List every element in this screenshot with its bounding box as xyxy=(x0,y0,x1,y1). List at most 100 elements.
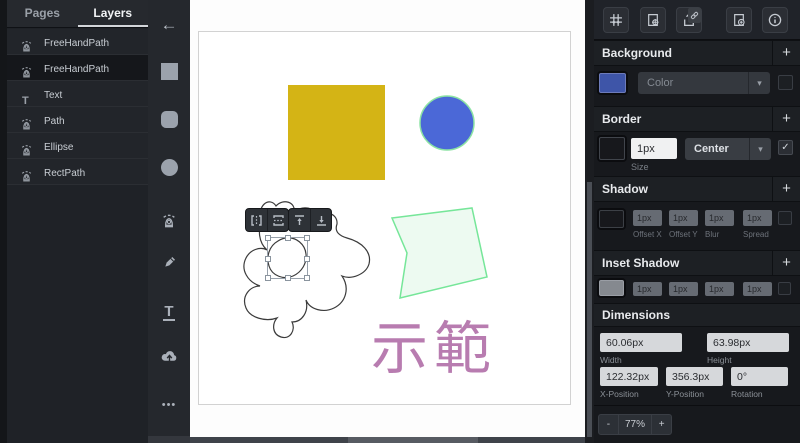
page-settings-icon xyxy=(648,14,659,26)
layer-row-path[interactable]: Path xyxy=(7,107,148,133)
inset-shadow-spread-input[interactable] xyxy=(743,282,772,296)
rect-tool[interactable] xyxy=(148,56,190,86)
inset-shadow-offset-x-input[interactable] xyxy=(633,282,662,296)
properties-panel: Background + Color ▾ Border + Size Cente… xyxy=(594,0,800,443)
selection-handle-sw[interactable] xyxy=(265,275,271,281)
background-color-swatch[interactable] xyxy=(599,73,626,93)
shadow-offset-y-input[interactable] xyxy=(669,210,698,226)
blue-circle-shape[interactable] xyxy=(419,95,475,151)
border-enabled-checkbox[interactable]: ✓ xyxy=(778,140,793,155)
inset-shadow-title: Inset Shadow xyxy=(602,256,680,270)
text-tool[interactable]: T xyxy=(148,297,190,327)
flip-vertical-icon xyxy=(272,214,284,226)
layer-row-freehandpath-1[interactable]: FreeHandPath xyxy=(7,29,148,55)
selection-handle-w[interactable] xyxy=(265,256,271,262)
selection-handle-e[interactable] xyxy=(304,256,310,262)
tab-layers-label: Layers xyxy=(93,6,133,20)
path-icon xyxy=(20,61,34,78)
add-page-button[interactable] xyxy=(726,7,752,33)
shadow-offset-x-label: Offset X xyxy=(633,230,662,239)
panel-divider xyxy=(594,405,800,406)
back-button[interactable]: ← xyxy=(148,10,190,40)
selection-handle-s[interactable] xyxy=(285,275,291,281)
width-input[interactable] xyxy=(600,333,682,352)
shadow-add-button[interactable]: + xyxy=(772,177,800,202)
inset-shadow-offset-y-input[interactable] xyxy=(669,282,698,296)
selection-handle-n[interactable] xyxy=(285,235,291,241)
border-title: Border xyxy=(602,112,642,126)
path-icon xyxy=(20,35,34,52)
upload-tool[interactable] xyxy=(148,343,190,373)
panel-edge xyxy=(0,0,7,443)
tab-pages-label: Pages xyxy=(24,6,60,20)
yellow-square-shape[interactable] xyxy=(288,85,385,180)
inset-shadow-add-button[interactable]: + xyxy=(772,251,800,276)
y-position-input[interactable] xyxy=(666,367,723,386)
page-settings-button[interactable] xyxy=(640,7,666,33)
zoom-out-button[interactable]: - xyxy=(599,415,619,434)
height-input[interactable] xyxy=(707,333,789,352)
green-polygon-shape[interactable] xyxy=(390,207,488,299)
back-arrow-icon: ← xyxy=(160,15,178,34)
ellipse-tool[interactable] xyxy=(148,152,190,182)
chevron-down-icon: ▾ xyxy=(748,72,770,94)
tab-pages[interactable]: Pages xyxy=(7,0,78,27)
x-position-input[interactable] xyxy=(600,367,658,386)
link-icon xyxy=(690,11,699,20)
layer-row-ellipse[interactable]: Ellipse xyxy=(7,133,148,159)
zoom-in-button[interactable]: + xyxy=(651,415,671,434)
text-icon: T xyxy=(20,95,31,108)
background-color-dropdown[interactable]: Color ▾ xyxy=(638,72,770,94)
align-top-button[interactable] xyxy=(289,209,310,231)
layer-row-text[interactable]: T Text xyxy=(7,81,148,108)
flip-vertical-button[interactable] xyxy=(267,209,288,231)
path-icon xyxy=(20,165,34,182)
layer-label: Text xyxy=(44,90,63,101)
y-position-label: Y-Position xyxy=(666,389,704,399)
vertical-scrollbar[interactable] xyxy=(585,0,594,443)
info-button[interactable] xyxy=(762,7,788,33)
layer-row-freehandpath-2[interactable]: FreeHandPath xyxy=(7,55,148,81)
link-dimensions-button[interactable] xyxy=(688,8,701,23)
shadow-blur-input[interactable] xyxy=(705,210,734,226)
background-color-dropdown-label: Color xyxy=(647,77,674,89)
inset-shadow-enabled-checkbox[interactable] xyxy=(778,282,791,295)
horizontal-scrollbar-thumb[interactable] xyxy=(348,437,478,443)
border-add-button[interactable]: + xyxy=(772,107,800,132)
rotation-input[interactable] xyxy=(731,367,788,386)
canvas-area[interactable]: 示範 xyxy=(190,0,585,443)
background-section-header: Background + xyxy=(594,40,800,66)
border-color-swatch[interactable] xyxy=(599,137,625,160)
rounded-rect-tool[interactable] xyxy=(148,104,190,134)
border-position-dropdown[interactable]: Center ▾ xyxy=(685,138,771,160)
panel-tab-bar: Pages Layers xyxy=(7,0,148,28)
horizontal-scrollbar[interactable] xyxy=(190,437,585,443)
shadow-spread-input[interactable] xyxy=(743,210,772,226)
shadow-color-swatch[interactable] xyxy=(599,210,624,228)
layers-list: FreeHandPath FreeHandPath T Text Path El… xyxy=(7,29,148,185)
tab-layers[interactable]: Layers xyxy=(77,0,148,27)
chevron-down-icon: ▾ xyxy=(749,138,771,160)
canvas-text-object[interactable]: 示範 xyxy=(371,318,497,381)
grid-icon xyxy=(610,14,622,26)
shadow-offset-x-input[interactable] xyxy=(633,210,662,226)
shadow-enabled-checkbox[interactable] xyxy=(778,211,792,225)
align-bottom-button[interactable] xyxy=(310,209,331,231)
selection-box[interactable] xyxy=(265,235,310,281)
inset-shadow-color-swatch[interactable] xyxy=(599,280,624,296)
vertical-scrollbar-thumb[interactable] xyxy=(587,182,592,437)
layer-row-rectpath[interactable]: RectPath xyxy=(7,159,148,185)
path-tool[interactable] xyxy=(148,207,190,237)
more-tools-button[interactable]: ••• xyxy=(148,390,190,420)
selection-handle-nw[interactable] xyxy=(265,235,271,241)
background-add-button[interactable]: + xyxy=(772,41,800,66)
selection-handle-ne[interactable] xyxy=(304,235,310,241)
rounded-rect-tool-icon xyxy=(160,110,178,128)
flip-horizontal-button[interactable] xyxy=(246,209,267,231)
grid-settings-button[interactable] xyxy=(603,7,629,33)
inset-shadow-blur-input[interactable] xyxy=(705,282,734,296)
border-size-input[interactable] xyxy=(631,138,677,159)
selection-handle-se[interactable] xyxy=(304,275,310,281)
background-enabled-checkbox[interactable] xyxy=(778,75,793,90)
pencil-tool[interactable] xyxy=(148,250,190,280)
